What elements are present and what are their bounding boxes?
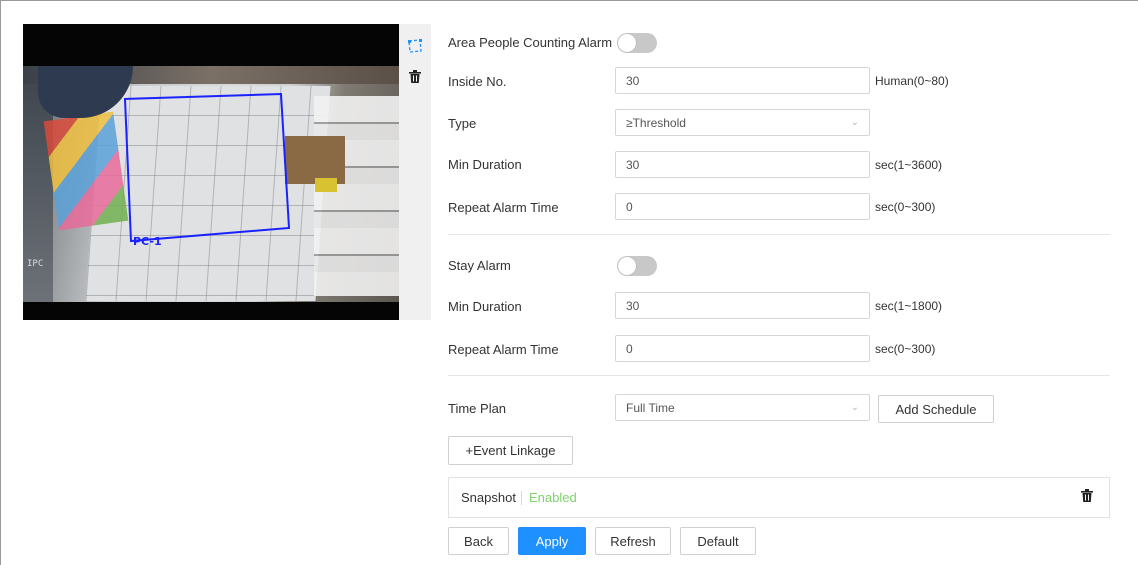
refresh-button[interactable]: Refresh xyxy=(595,527,671,555)
area-alarm-toggle[interactable] xyxy=(617,33,657,53)
add-schedule-button[interactable]: Add Schedule xyxy=(878,395,994,423)
stay-alarm-toggle[interactable] xyxy=(617,256,657,276)
type-label: Type xyxy=(448,116,477,131)
linkage-item: Snapshot Enabled xyxy=(448,477,1110,518)
osd-text: IPC xyxy=(27,259,44,269)
linkage-separator xyxy=(521,491,522,505)
time-plan-value: Full Time xyxy=(626,400,675,415)
inside-no-input[interactable]: 30 xyxy=(615,67,870,94)
counting-region[interactable] xyxy=(23,66,399,302)
stay-repeat-alarm-label: Repeat Alarm Time xyxy=(448,342,559,357)
chevron-down-icon: ⌄ xyxy=(850,402,859,413)
type-select[interactable]: ≥Threshold ⌄ xyxy=(615,109,870,136)
stay-alarm-label: Stay Alarm xyxy=(448,258,511,273)
event-linkage-button[interactable]: +Event Linkage xyxy=(448,436,573,465)
repeat-alarm-input[interactable]: 0 xyxy=(615,193,870,220)
chevron-down-icon: ⌄ xyxy=(850,117,859,128)
stay-min-duration-label: Min Duration xyxy=(448,299,522,314)
min-duration-unit: sec(1~3600) xyxy=(875,158,943,172)
time-plan-select[interactable]: Full Time ⌄ xyxy=(615,394,870,421)
section-divider xyxy=(448,234,1110,235)
region-label: PC-1 xyxy=(133,235,162,248)
trash-icon[interactable] xyxy=(405,66,425,86)
repeat-alarm-label: Repeat Alarm Time xyxy=(448,200,559,215)
stay-repeat-alarm-unit: sec(0~300) xyxy=(875,342,936,356)
min-duration-input[interactable]: 30 xyxy=(615,151,870,178)
stay-repeat-alarm-input[interactable]: 0 xyxy=(615,335,870,362)
linkage-status: Enabled xyxy=(529,490,577,505)
draw-region-icon[interactable] xyxy=(405,36,425,56)
inside-no-unit: Human(0~80) xyxy=(875,74,949,88)
linkage-name: Snapshot xyxy=(461,490,516,505)
type-value: ≥Threshold xyxy=(626,115,686,130)
min-duration-label: Min Duration xyxy=(448,157,522,172)
video-toolbar xyxy=(399,24,431,320)
apply-button[interactable]: Apply xyxy=(518,527,586,555)
stay-min-duration-input[interactable]: 30 xyxy=(615,292,870,319)
time-plan-label: Time Plan xyxy=(448,401,507,416)
inside-no-label: Inside No. xyxy=(448,74,507,89)
back-button[interactable]: Back xyxy=(448,527,509,555)
trash-icon[interactable] xyxy=(1081,489,1097,505)
stay-min-duration-unit: sec(1~1800) xyxy=(875,299,943,313)
default-button[interactable]: Default xyxy=(680,527,756,555)
repeat-alarm-unit: sec(0~300) xyxy=(875,200,936,214)
camera-scene: PC-1 IPC xyxy=(23,66,399,302)
section-divider xyxy=(448,375,1110,376)
video-preview[interactable]: PC-1 IPC xyxy=(23,24,399,320)
area-alarm-label: Area People Counting Alarm xyxy=(448,35,613,50)
